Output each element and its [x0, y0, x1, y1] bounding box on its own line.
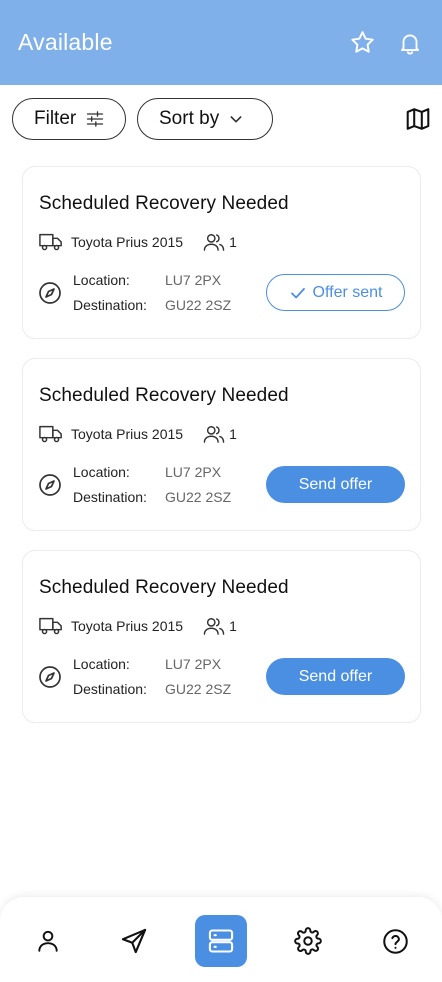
vehicle-row: Toyota Prius 2015 1 [39, 231, 237, 253]
vehicle-name: Toyota Prius 2015 [71, 234, 184, 250]
nav-send[interactable] [108, 915, 160, 967]
job-title: Scheduled Recovery Needed [39, 577, 289, 598]
vehicle-name: Toyota Prius 2015 [71, 618, 184, 634]
send-icon [121, 928, 147, 954]
filter-label: Filter [34, 108, 77, 129]
truck-icon [39, 231, 65, 253]
destination-value: GU22 2SZ [165, 489, 232, 505]
map-icon[interactable] [404, 105, 432, 133]
people-icon [203, 231, 225, 253]
passenger-count: 1 [229, 426, 237, 442]
nav-profile[interactable] [22, 915, 74, 967]
destination-value: GU22 2SZ [165, 297, 232, 313]
location-label: Location: [73, 656, 130, 672]
destination-label: Destination: [73, 489, 147, 505]
compass-icon [38, 281, 62, 305]
help-icon [382, 928, 408, 954]
sliders-icon [87, 111, 104, 127]
job-card[interactable]: Scheduled Recovery Needed Toyota Prius 2… [22, 166, 421, 339]
compass-icon [38, 665, 62, 689]
people-icon [203, 615, 225, 637]
nav-settings[interactable] [282, 915, 334, 967]
offer-button-label: Offer sent [312, 283, 383, 301]
location-label: Location: [73, 464, 130, 480]
passenger-count: 1 [229, 618, 237, 634]
sort-by-button[interactable]: Sort by [137, 98, 273, 140]
location-value: LU7 2PX [165, 464, 222, 480]
truck-icon [39, 615, 65, 637]
send-offer-button[interactable]: Send offer [266, 466, 405, 503]
job-title: Scheduled Recovery Needed [39, 385, 289, 406]
location-value: LU7 2PX [165, 656, 222, 672]
location-label: Location: [73, 272, 130, 288]
job-title: Scheduled Recovery Needed [39, 193, 289, 214]
star-icon[interactable] [348, 29, 376, 57]
nav-jobs[interactable] [195, 915, 247, 967]
nav-help[interactable] [369, 915, 421, 967]
passenger-count: 1 [229, 234, 237, 250]
vehicle-name: Toyota Prius 2015 [71, 426, 184, 442]
bell-icon[interactable] [396, 29, 424, 57]
jobs-icon [208, 929, 234, 953]
profile-icon [38, 930, 58, 952]
offer-button-label: Send offer [298, 667, 373, 685]
compass-icon [38, 473, 62, 497]
people-icon [203, 423, 225, 445]
filter-sort-toolbar: Filter Sort by [12, 98, 432, 140]
app-header: Available [0, 0, 442, 85]
truck-icon [39, 423, 65, 445]
settings-icon [294, 927, 322, 955]
offer-sent-button[interactable]: Offer sent [266, 274, 405, 311]
check-icon [290, 287, 305, 298]
destination-label: Destination: [73, 681, 147, 697]
chevron-down-icon [230, 116, 242, 123]
bottom-nav [0, 897, 442, 982]
destination-label: Destination: [73, 297, 147, 313]
job-card[interactable]: Scheduled Recovery Needed Toyota Prius 2… [22, 358, 421, 531]
job-card[interactable]: Scheduled Recovery Needed Toyota Prius 2… [22, 550, 421, 723]
location-value: LU7 2PX [165, 272, 222, 288]
send-offer-button[interactable]: Send offer [266, 658, 405, 695]
filter-button[interactable]: Filter [12, 98, 126, 140]
vehicle-row: Toyota Prius 2015 1 [39, 615, 237, 637]
page-title: Available [18, 29, 113, 55]
offer-button-label: Send offer [298, 475, 373, 493]
header-actions [348, 29, 424, 57]
vehicle-row: Toyota Prius 2015 1 [39, 423, 237, 445]
sort-label: Sort by [159, 108, 220, 129]
destination-value: GU22 2SZ [165, 681, 232, 697]
